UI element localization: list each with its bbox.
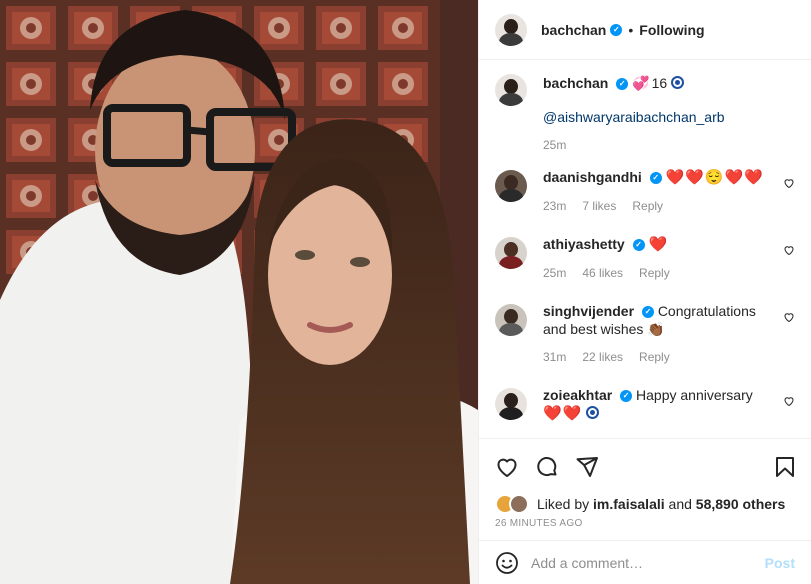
likes-summary: Liked by im.faisalali and 58,890 others: [479, 494, 811, 514]
post-photo[interactable]: [0, 0, 478, 584]
like-comment-heart-icon[interactable]: [783, 311, 795, 323]
comment-text-hearts: ❤️❤️: [543, 405, 583, 422]
like-comment-heart-icon[interactable]: [783, 177, 795, 189]
verified-badge-icon: ✓: [610, 23, 623, 36]
like-comment-heart-icon[interactable]: [783, 395, 795, 407]
caption-mention-link[interactable]: @aishwaryaraibachchan_arb: [543, 108, 795, 126]
comment-time: 25m: [543, 266, 567, 280]
share-send-icon[interactable]: [575, 455, 599, 479]
separator-dot: •: [628, 21, 634, 38]
author-avatar[interactable]: [495, 13, 527, 46]
verified-badge-icon: ✓: [641, 306, 654, 319]
likes-prefix: Liked by: [537, 496, 590, 512]
comment-item: daanishgandhi ✓ ❤️❤️😌❤️❤️ 23m 7 likes Re…: [495, 168, 795, 215]
likes-others-link[interactable]: 58,890 others: [696, 496, 786, 512]
author-username[interactable]: bachchan: [541, 22, 606, 38]
reply-button[interactable]: Reply: [632, 197, 663, 215]
commenter-avatar[interactable]: [495, 170, 527, 202]
verified-badge-icon: ✓: [649, 172, 662, 185]
verified-badge-icon: ✓: [620, 390, 633, 403]
add-comment-bar: Post: [479, 540, 811, 584]
caption-username[interactable]: bachchan: [543, 75, 608, 91]
caption-avatar[interactable]: [495, 74, 527, 106]
comment-likes[interactable]: 7 likes: [582, 197, 616, 215]
comment-username[interactable]: zoieakhtar: [543, 387, 612, 403]
comment-likes[interactable]: 22 likes: [582, 348, 623, 366]
verified-badge-icon: ✓: [632, 239, 645, 252]
comment-username[interactable]: athiyashetty: [543, 236, 625, 252]
post-timestamp[interactable]: 26 MINUTES AGO: [479, 514, 811, 540]
verified-badge-icon: ✓: [616, 78, 629, 91]
likes-user-link[interactable]: im.faisalali: [593, 496, 665, 512]
like-heart-icon[interactable]: [495, 455, 519, 479]
commenter-avatar[interactable]: [495, 304, 527, 336]
comment-text: Happy anniversary: [636, 387, 753, 403]
emoji-smile-icon[interactable]: [495, 551, 519, 575]
comment-time: 31m: [543, 350, 567, 364]
comment-username[interactable]: singhvijender: [543, 303, 634, 319]
nazar-eye-icon: [671, 76, 685, 89]
commenter-avatar[interactable]: [495, 237, 527, 269]
comments-list[interactable]: bachchan ✓ 💞 16 @aishwaryaraibachchan_arb…: [479, 60, 811, 438]
comment-text: ❤️: [648, 236, 669, 253]
comment-bubble-icon[interactable]: [535, 455, 559, 479]
post-comment-button[interactable]: Post: [765, 555, 795, 571]
couple-photo: [0, 0, 478, 584]
instagram-post: bachchan ✓ • Following bachchan ✓ 💞 16 @a…: [0, 0, 811, 584]
likes-conj: and: [668, 496, 692, 512]
comment-item: zoieakhtar ✓ Happy anniversary ❤️❤️: [495, 386, 795, 423]
comment-time: 23m: [543, 199, 567, 213]
liker-avatars: [495, 494, 529, 514]
comment-item: singhvijender ✓ Congratulations and best…: [495, 302, 795, 366]
like-comment-heart-icon[interactable]: [783, 244, 795, 256]
post-header: bachchan ✓ • Following: [479, 0, 811, 60]
caption-time: 25m: [543, 138, 567, 152]
comment-item: athiyashetty ✓ ❤️ 25m 46 likes Reply: [495, 235, 795, 282]
caption: bachchan ✓ 💞 16 @aishwaryaraibachchan_arb…: [495, 74, 795, 154]
commenter-avatar[interactable]: [495, 388, 527, 420]
following-button[interactable]: Following: [639, 22, 704, 38]
comment-text: ❤️❤️😌❤️❤️: [665, 169, 764, 186]
liker-avatar: [509, 494, 529, 514]
reply-button[interactable]: Reply: [639, 264, 670, 282]
caption-emoji: 💞: [632, 75, 650, 91]
comment-username[interactable]: daanishgandhi: [543, 169, 642, 185]
comment-input[interactable]: [531, 554, 765, 571]
reply-button[interactable]: Reply: [639, 348, 670, 366]
caption-text: 16: [651, 75, 668, 91]
nazar-eye-icon: [586, 406, 600, 419]
comment-likes[interactable]: 46 likes: [582, 264, 623, 282]
post-actions-bar: [479, 438, 811, 494]
post-side-panel: bachchan ✓ • Following bachchan ✓ 💞 16 @a…: [478, 0, 811, 584]
save-bookmark-icon[interactable]: [773, 455, 797, 479]
